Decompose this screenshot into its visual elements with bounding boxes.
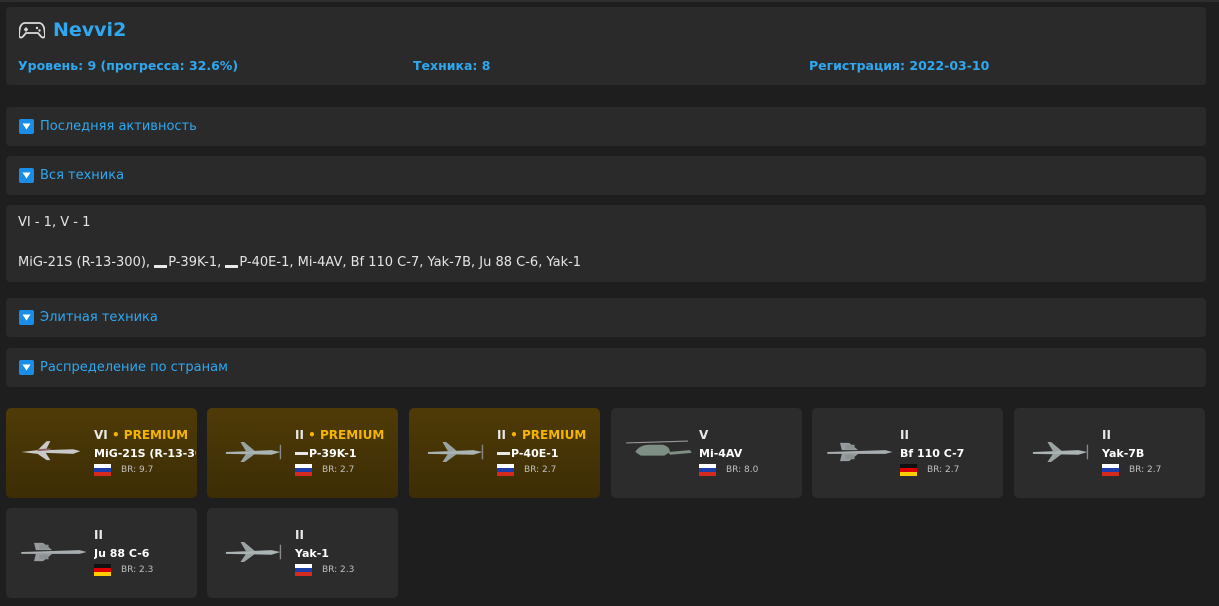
user-row: Nevvi2	[19, 19, 126, 41]
russia-flag-icon	[94, 464, 111, 476]
vehicle-rank: II • PREMIUM	[295, 428, 385, 442]
prop-fighter-icon	[427, 442, 484, 462]
vehicle-name: MiG-21S (R-13-300)	[94, 447, 196, 460]
section-all-vehicles[interactable]: Вся техника	[6, 156, 1206, 195]
battle-rating: BR: 2.7	[1129, 465, 1162, 475]
flag-icon	[154, 265, 168, 268]
premium-badge: PREMIUM	[521, 428, 587, 442]
battle-rating: BR: 2.7	[322, 465, 355, 475]
section-last-activity[interactable]: Последняя активность	[6, 107, 1206, 146]
vehicle-info: II Yak-7B BR: 2.7	[1102, 428, 1204, 476]
russia-flag-icon	[699, 464, 716, 476]
top-divider	[0, 0, 1219, 2]
section-label[interactable]: Вся техника	[40, 168, 124, 183]
vehicle-name: Yak-1	[295, 547, 329, 560]
prop-fighter-icon	[225, 542, 282, 562]
vehicle-meta: BR: 2.7	[295, 464, 397, 476]
germany-flag-icon	[900, 464, 917, 476]
expand-toggle-icon[interactable]	[19, 168, 34, 183]
vehicle-info: V Mi-4AV BR: 8.0	[699, 428, 801, 476]
vehicle-list-part: P-39K-1,	[168, 255, 222, 270]
russia-flag-icon	[295, 564, 312, 576]
vehicle-meta: BR: 2.3	[94, 564, 196, 576]
vehicle-info: VI • PREMIUM MiG-21S (R-13-300) BR: 9.7	[94, 428, 196, 476]
vehicle-info: II • PREMIUM P-40E-1 BR: 2.7	[497, 428, 599, 476]
battle-rating: BR: 2.3	[121, 565, 154, 575]
vehicle-rank: II • PREMIUM	[497, 428, 587, 442]
jet-icon	[21, 441, 81, 461]
level-stat: Уровень: 9 (прогресса: 32.6%)	[18, 58, 239, 73]
vehicle-meta: BR: 8.0	[699, 464, 801, 476]
vehicle-info: II Ju 88 C-6 BR: 2.3	[94, 528, 196, 576]
vehicle-name: P-39K-1	[295, 447, 397, 460]
expand-toggle-icon[interactable]	[19, 119, 34, 134]
twin-engine-icon	[21, 542, 87, 562]
prop-fighter-icon	[225, 442, 282, 462]
vehicles-list: MiG-21S (R-13-300), P-39K-1, P-40E-1, Mi…	[18, 255, 581, 270]
section-label[interactable]: Распределение по странам	[40, 360, 228, 375]
vehicle-meta: BR: 2.7	[1102, 464, 1204, 476]
flag-icon	[225, 265, 239, 268]
vehicle-meta: BR: 9.7	[94, 464, 196, 476]
vehicle-rank: II	[295, 528, 304, 542]
expand-toggle-icon[interactable]	[19, 360, 34, 375]
battle-rating: BR: 2.3	[322, 565, 355, 575]
russia-flag-icon	[497, 464, 514, 476]
vehicle-rank: VI • PREMIUM	[94, 428, 189, 442]
vehicle-card[interactable]: II • PREMIUM P-39K-1 BR: 2.7	[207, 408, 398, 498]
vehicle-card[interactable]: VI • PREMIUM MiG-21S (R-13-300) BR: 9.7	[6, 408, 197, 498]
flag-icon	[295, 452, 308, 455]
all-vehicles-body: VI - 1, V - 1 MiG-21S (R-13-300), P-39K-…	[6, 205, 1206, 282]
registration-stat: Регистрация: 2022-03-10	[809, 58, 990, 73]
vehicle-meta: BR: 2.7	[497, 464, 599, 476]
vehicle-count-stat: Техника: 8	[413, 58, 491, 73]
prop-fighter-icon	[1032, 442, 1089, 462]
vehicle-card[interactable]: V Mi-4AV BR: 8.0	[611, 408, 802, 498]
vehicle-meta: BR: 2.7	[900, 464, 1002, 476]
vehicle-meta: BR: 2.3	[295, 564, 397, 576]
vehicle-rank: II	[94, 528, 103, 542]
vehicle-info: II Bf 110 C-7 BR: 2.7	[900, 428, 1002, 476]
vehicle-list-part: P-40E-1, Mi-4AV, Bf 110 C-7, Yak-7B, Ju …	[239, 255, 582, 270]
battle-rating: BR: 2.7	[927, 465, 960, 475]
twin-engine-icon	[827, 442, 893, 462]
vehicle-info: II Yak-1 BR: 2.3	[295, 528, 397, 576]
vehicle-card[interactable]: II • PREMIUM P-40E-1 BR: 2.7	[409, 408, 600, 498]
helicopter-icon	[626, 440, 692, 456]
section-label[interactable]: Последняя активность	[40, 119, 197, 134]
vehicle-name: Bf 110 C-7	[900, 447, 965, 460]
flag-icon	[497, 452, 510, 455]
section-elite-vehicles[interactable]: Элитная техника	[6, 298, 1206, 337]
br-summary: VI - 1, V - 1	[18, 215, 91, 230]
vehicle-rank: II	[1102, 428, 1111, 442]
premium-badge: PREMIUM	[319, 428, 385, 442]
vehicle-card[interactable]: II Bf 110 C-7 BR: 2.7	[812, 408, 1003, 498]
section-label[interactable]: Элитная техника	[40, 310, 158, 325]
vehicle-name: P-40E-1	[497, 447, 599, 460]
vehicle-card[interactable]: II Yak-1 BR: 2.3	[207, 508, 398, 598]
battle-rating: BR: 8.0	[726, 465, 759, 475]
vehicle-list-part: MiG-21S (R-13-300),	[18, 255, 151, 270]
gamepad-icon	[19, 22, 45, 39]
vehicle-rank: V	[699, 428, 709, 442]
battle-rating: BR: 2.7	[524, 465, 557, 475]
expand-toggle-icon[interactable]	[19, 310, 34, 325]
vehicle-name: Ju 88 C-6	[94, 547, 150, 560]
vehicle-name: Mi-4AV	[699, 447, 743, 460]
vehicle-card[interactable]: II Ju 88 C-6 BR: 2.3	[6, 508, 197, 598]
vehicle-name: Yak-7B	[1102, 447, 1145, 460]
vehicle-card[interactable]: II Yak-7B BR: 2.7	[1014, 408, 1205, 498]
russia-flag-icon	[1102, 464, 1119, 476]
battle-rating: BR: 9.7	[121, 465, 154, 475]
username: Nevvi2	[53, 19, 127, 41]
premium-badge: PREMIUM	[123, 428, 189, 442]
section-country-distribution[interactable]: Распределение по странам	[6, 348, 1206, 387]
germany-flag-icon	[94, 564, 111, 576]
profile-panel: Nevvi2 Уровень: 9 (прогресса: 32.6%) Тех…	[6, 7, 1206, 85]
russia-flag-icon	[295, 464, 312, 476]
vehicle-rank: II	[900, 428, 909, 442]
vehicle-info: II • PREMIUM P-39K-1 BR: 2.7	[295, 428, 397, 476]
